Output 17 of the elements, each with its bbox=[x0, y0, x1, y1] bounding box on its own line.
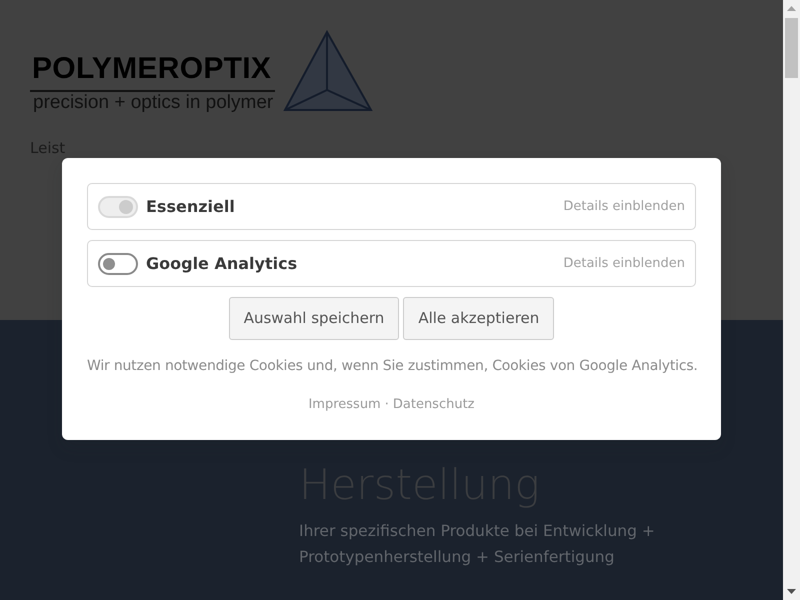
toggle-switch[interactable] bbox=[98, 252, 138, 274]
details-link[interactable]: Details einblenden bbox=[563, 254, 685, 274]
consent-button[interactable]: Alle akzeptieren bbox=[403, 297, 554, 340]
hero-subtitle: Ihrer spezifischen Produkte bei Entwicklung + Prototypenherstellung + Serienfertigung bbox=[299, 521, 656, 568]
footer-link[interactable]: Datenschutz bbox=[392, 395, 475, 414]
consent-button[interactable]: Auswahl speichern bbox=[228, 297, 400, 340]
category-label: Essenziell bbox=[146, 196, 235, 218]
category-label: Google Analytics bbox=[146, 252, 298, 274]
consent-text: Wir nutzen notwendige Cookies und, wenn Sie zustimmen, Cookies von Google Analytics. bbox=[87, 357, 696, 376]
logo-wordmark: POLYMEROPTIX bbox=[30, 54, 276, 92]
scroll-up-icon[interactable] bbox=[787, 6, 796, 11]
link-separator: · bbox=[384, 396, 389, 414]
scrollbar-thumb[interactable] bbox=[785, 18, 798, 78]
footer-link[interactable]: Impressum bbox=[308, 395, 381, 414]
triangle-logo-icon bbox=[283, 30, 374, 112]
scrollbar[interactable] bbox=[783, 0, 800, 600]
scroll-down-icon[interactable] bbox=[787, 589, 796, 594]
